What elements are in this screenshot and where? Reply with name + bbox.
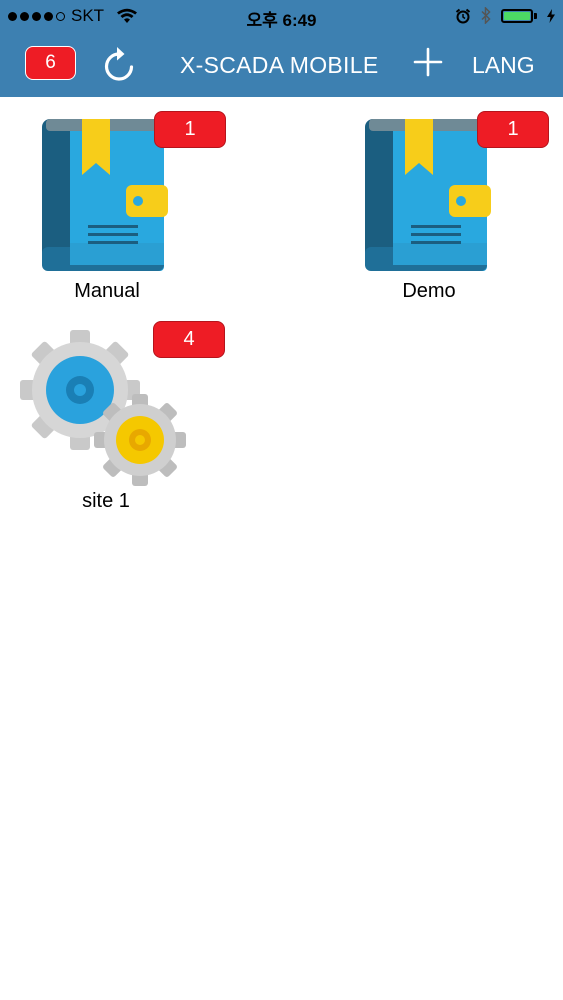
item-count-badge: 1	[477, 111, 549, 148]
project-item-site-1[interactable]: 4 site 1	[0, 310, 250, 520]
book-icon	[42, 119, 168, 271]
item-count-badge: 1	[154, 111, 226, 148]
item-count-badge: 4	[153, 321, 225, 358]
project-item-demo[interactable]: 1 Demo	[300, 97, 563, 307]
refresh-icon[interactable]	[102, 45, 136, 83]
nav-bar: 6 X-SCADA MOBILE LANG	[0, 32, 563, 97]
item-label: site 1	[82, 490, 130, 512]
charging-icon	[547, 8, 555, 23]
alarm-icon	[455, 8, 471, 23]
item-label: Demo	[402, 280, 456, 302]
project-item-manual[interactable]: 1 Manual	[0, 97, 250, 307]
item-label: Manual	[74, 280, 140, 302]
book-icon	[365, 119, 491, 271]
alert-count-button[interactable]: 6	[25, 46, 76, 80]
status-bar: SKT 오후 6:49	[0, 0, 563, 32]
bluetooth-icon	[481, 7, 491, 24]
plus-icon[interactable]	[412, 46, 444, 78]
lang-button[interactable]: LANG	[472, 52, 535, 79]
battery-icon	[501, 8, 537, 23]
status-bar-right	[455, 7, 555, 24]
app-screen: SKT 오후 6:49 6 X-SCADA MOBILE LANG 1 Manu…	[0, 0, 563, 1000]
app-title: X-SCADA MOBILE	[180, 52, 379, 78]
